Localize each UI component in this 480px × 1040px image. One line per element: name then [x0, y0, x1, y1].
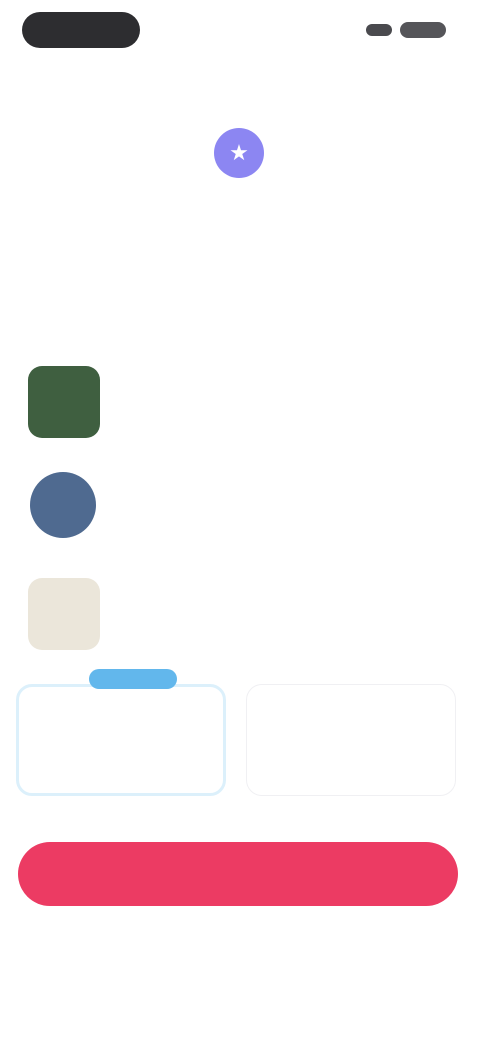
plan-option-other[interactable] [246, 684, 456, 796]
feature-thumbnail-green [28, 366, 100, 438]
feature-thumbnail-beige [28, 578, 100, 650]
signal-icon [366, 24, 392, 36]
feature-thumbnail-blue [30, 472, 96, 538]
list-item [0, 458, 480, 566]
status-icons [366, 22, 446, 38]
list-item [0, 566, 480, 674]
plan-badge [89, 669, 177, 689]
plan-option-selected[interactable] [16, 669, 226, 796]
restore-link[interactable] [372, 70, 444, 88]
hero-icon: ★ [214, 128, 264, 178]
feature-list [0, 350, 480, 674]
secondary-link[interactable] [140, 932, 340, 954]
continue-button[interactable] [18, 842, 458, 906]
status-bar [0, 0, 480, 64]
plan-selector [14, 669, 466, 802]
battery-icon [400, 22, 446, 38]
list-item [0, 350, 480, 458]
status-time-pill [22, 12, 140, 48]
